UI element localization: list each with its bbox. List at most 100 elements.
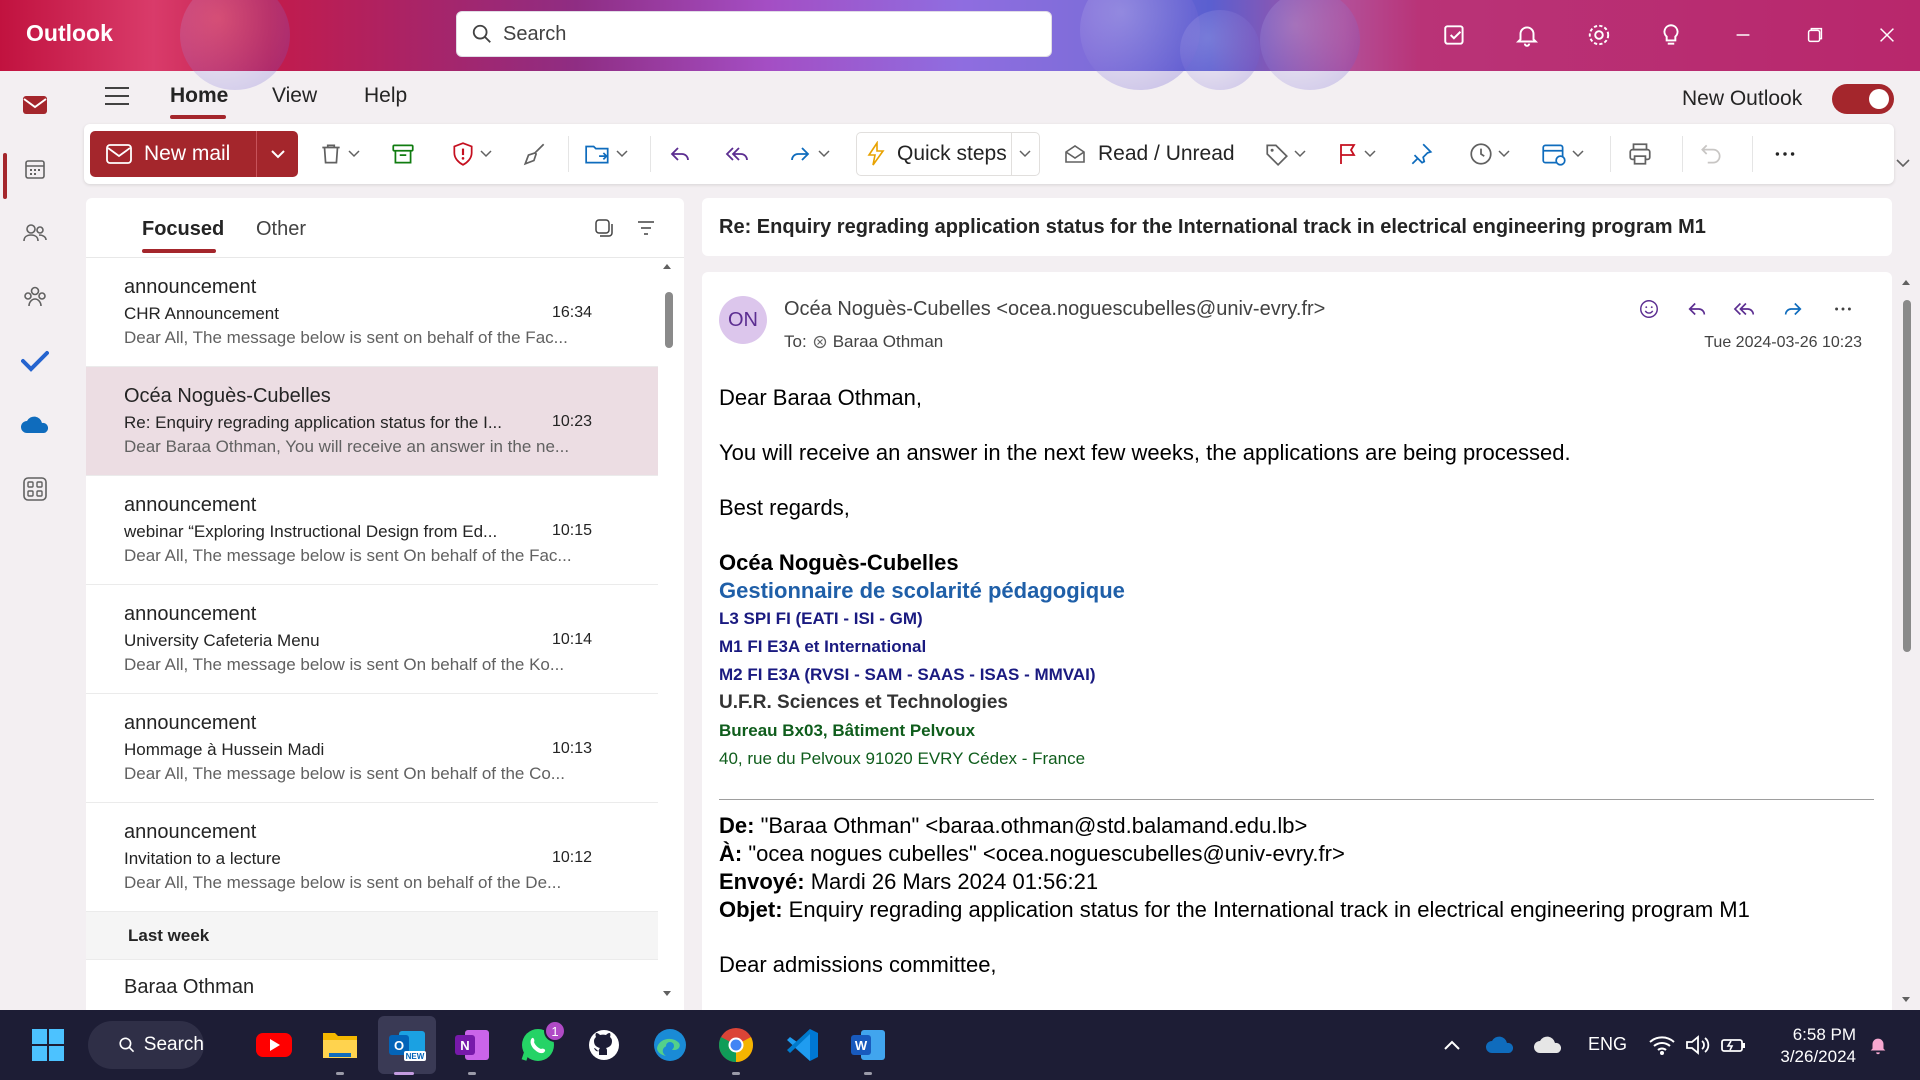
battery-icon[interactable] — [1712, 1023, 1756, 1067]
tab-view[interactable]: View — [272, 84, 317, 108]
onenote-icon[interactable]: N — [450, 1023, 494, 1067]
forward-icon[interactable] — [1778, 294, 1808, 324]
apps-icon[interactable] — [17, 471, 53, 507]
search-input[interactable]: Search — [456, 11, 1052, 57]
scroll-up-icon[interactable] — [662, 262, 672, 270]
new-mail-button[interactable]: New mail — [90, 131, 298, 177]
categorize-button[interactable] — [1264, 137, 1306, 171]
bell-icon[interactable] — [1512, 20, 1542, 50]
reply-all-button[interactable] — [724, 137, 752, 171]
list-item[interactable]: announcement University Cafeteria Menu 1… — [86, 585, 658, 694]
forward-button[interactable] — [786, 137, 830, 171]
emoji-icon[interactable] — [1634, 294, 1664, 324]
quoted-subject-value: Enquiry regrading application status for… — [782, 897, 1750, 922]
input-language[interactable]: ENG — [1588, 1034, 1627, 1055]
github-icon[interactable] — [582, 1023, 626, 1067]
restore-icon[interactable] — [1800, 20, 1830, 50]
onedrive-icon[interactable] — [1478, 1023, 1522, 1067]
reply-icon — [670, 147, 689, 161]
email-date: Tue 2024-03-26 10:23 — [1704, 334, 1862, 351]
chevron-down-icon — [270, 150, 285, 159]
list-item[interactable]: announcement Hommage à Hussein Madi 10:1… — [86, 694, 658, 803]
chevron-up-icon[interactable] — [1430, 1023, 1474, 1067]
scroll-down-icon[interactable] — [662, 990, 672, 998]
reply-all-icon[interactable] — [1730, 294, 1760, 324]
avatar[interactable]: ON — [719, 296, 767, 344]
delete-button[interactable] — [318, 137, 360, 171]
list-item[interactable]: announcement CHR Announcement 16:34 Dear… — [86, 258, 658, 367]
todo-icon[interactable] — [17, 343, 53, 379]
tab-help[interactable]: Help — [364, 84, 407, 108]
to-name[interactable]: Baraa Othman — [833, 332, 944, 352]
quoted-opening: Dear admissions committee, — [719, 952, 997, 977]
file-explorer-icon[interactable] — [318, 1023, 362, 1067]
onedrive-personal-icon[interactable] — [1526, 1023, 1570, 1067]
to-label: To: — [784, 332, 807, 351]
reply-button[interactable] — [666, 137, 694, 171]
print-button[interactable] — [1626, 137, 1654, 171]
sweep-button[interactable] — [522, 137, 548, 171]
taskbar-search[interactable]: Search — [88, 1021, 204, 1069]
list-item[interactable]: announcement webinar “Exploring Instruct… — [86, 476, 658, 585]
my-day-icon[interactable] — [1440, 20, 1470, 50]
edge-icon[interactable] — [648, 1023, 692, 1067]
lightning-icon — [867, 141, 885, 166]
signature-office: Bureau Bx03, Bâtiment Pelvoux — [719, 721, 976, 740]
envelope-open-icon — [1065, 145, 1085, 163]
gear-icon[interactable] — [1584, 20, 1614, 50]
flag-button[interactable] — [1336, 137, 1376, 171]
search-icon — [119, 1037, 135, 1053]
new-outlook-toggle[interactable] — [1832, 84, 1894, 114]
list-scrollbar[interactable] — [660, 262, 674, 1002]
quick-steps-label: Quick steps — [897, 142, 1007, 165]
vscode-icon[interactable] — [780, 1023, 824, 1067]
quick-steps-dropdown[interactable] — [1019, 150, 1031, 158]
people-icon[interactable] — [17, 215, 53, 251]
mail-icon[interactable] — [17, 87, 53, 123]
select-mode-icon[interactable] — [594, 218, 614, 238]
close-icon[interactable] — [1872, 20, 1902, 50]
tab-home[interactable]: Home — [170, 84, 228, 108]
archive-button[interactable] — [390, 137, 416, 171]
sender-line[interactable]: Océa Noguès-Cubelles <ocea.noguescubelle… — [784, 298, 1325, 321]
scroll-up-icon[interactable] — [1901, 278, 1911, 286]
more-options-button[interactable] — [1772, 137, 1798, 171]
word-icon[interactable]: W — [846, 1023, 890, 1067]
chrome-icon[interactable] — [714, 1023, 758, 1067]
tab-other[interactable]: Other — [256, 218, 306, 241]
move-to-button[interactable] — [584, 137, 628, 171]
reading-scrollbar-thumb[interactable] — [1903, 300, 1911, 652]
list-scrollbar-thumb[interactable] — [665, 292, 673, 348]
minimize-icon[interactable] — [1728, 20, 1758, 50]
new-mail-dropdown[interactable] — [256, 131, 298, 177]
undo-button[interactable] — [1698, 137, 1724, 171]
archive-icon — [392, 144, 414, 164]
notification-bell-icon[interactable] — [1856, 1023, 1900, 1067]
youtube-icon[interactable] — [252, 1023, 296, 1067]
pin-button[interactable] — [1408, 137, 1434, 171]
snooze-button[interactable] — [1468, 137, 1510, 171]
tab-focused[interactable]: Focused — [142, 218, 224, 241]
rules-button[interactable] — [1540, 137, 1584, 171]
quick-steps-button[interactable]: Quick steps — [856, 132, 1040, 176]
list-item-selected[interactable]: Océa Noguès-Cubelles Re: Enquiry regradi… — [86, 367, 658, 476]
calendar-icon[interactable] — [17, 151, 53, 187]
list-item[interactable]: announcement Invitation to a lecture 10:… — [86, 803, 658, 912]
ribbon-expand-button[interactable] — [1895, 158, 1911, 168]
windows-start-icon[interactable] — [26, 1023, 70, 1067]
reply-icon[interactable] — [1682, 294, 1712, 324]
list-item[interactable]: Baraa Othman — [86, 960, 658, 1010]
hamburger-icon[interactable] — [104, 85, 130, 107]
outlook-new-icon[interactable]: O NEW — [385, 1023, 429, 1067]
running-indicator — [468, 1072, 476, 1075]
onedrive-icon[interactable] — [17, 407, 53, 443]
more-icon[interactable] — [1828, 294, 1858, 324]
groups-icon[interactable] — [17, 279, 53, 315]
chevron-down-icon — [1294, 150, 1306, 158]
read-unread-button[interactable]: Read / Unread — [1062, 137, 1235, 171]
lightbulb-icon[interactable] — [1656, 20, 1686, 50]
report-button[interactable] — [450, 137, 492, 171]
clock[interactable]: 6:58 PM 3/26/2024 — [1770, 1024, 1856, 1068]
filter-icon[interactable] — [636, 220, 656, 236]
scroll-down-icon[interactable] — [1901, 996, 1911, 1004]
